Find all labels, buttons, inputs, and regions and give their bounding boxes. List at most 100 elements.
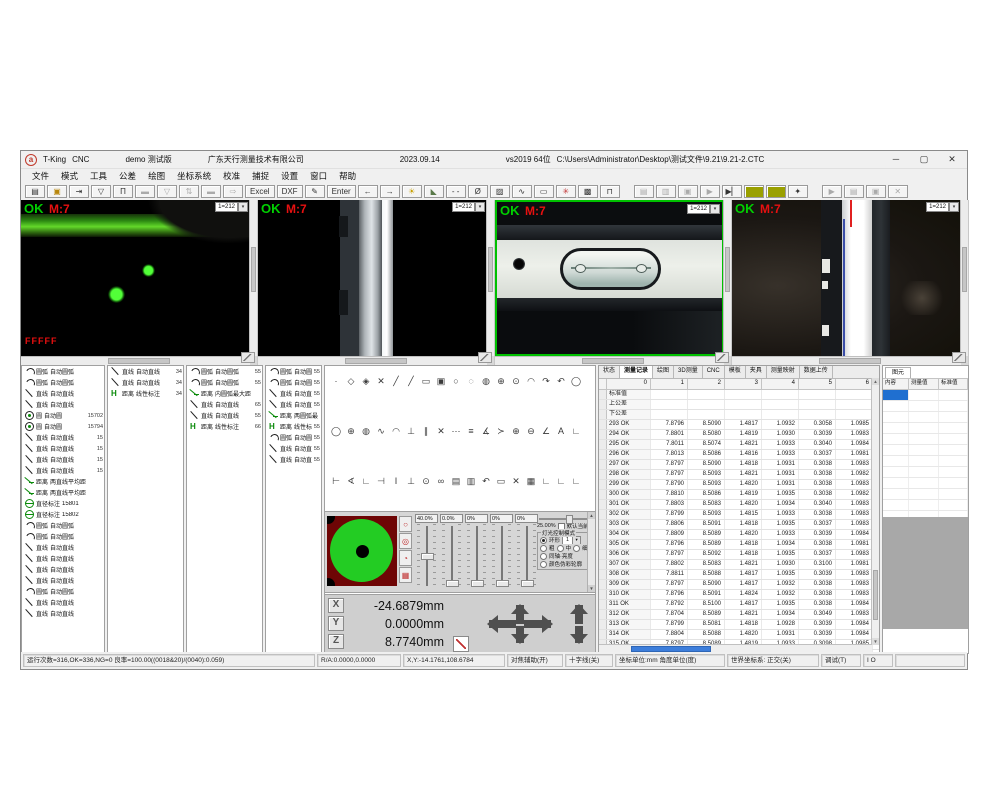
- feature-item[interactable]: 圆弧 自动圆弧: [22, 520, 104, 531]
- feature-item[interactable]: 圆弧 自动圆弧 55: [266, 366, 321, 377]
- measurement-row[interactable]: 302 OK 7.8799 8.5093 1.4815 1.0933 0.303…: [599, 510, 879, 520]
- geometry-tool-icon[interactable]: ∿: [374, 424, 388, 438]
- play-to-end-icon[interactable]: ▶▏: [722, 185, 742, 198]
- geometry-tool-icon[interactable]: ↶: [554, 374, 568, 388]
- element-row[interactable]: [883, 434, 968, 445]
- fine-radio[interactable]: [573, 545, 580, 552]
- gantry-icon[interactable]: Π: [113, 185, 133, 198]
- laser-icon[interactable]: ✳: [556, 185, 576, 198]
- geometry-tool-icon[interactable]: ◈: [359, 374, 373, 388]
- geometry-tool-icon[interactable]: ↶: [479, 474, 493, 488]
- feature-item[interactable]: 直线 自动直线 55: [187, 410, 262, 421]
- camera-resize-grip[interactable]: [241, 352, 255, 363]
- measurement-row[interactable]: 294 OK 7.8801 8.5080 1.4819 1.0930 0.303…: [599, 430, 879, 440]
- feature-item[interactable]: 直线 自动直线 15: [22, 454, 104, 465]
- ring-sector-icon[interactable]: ◔: [399, 550, 412, 566]
- save-icon[interactable]: ▤: [25, 185, 45, 198]
- feature-item[interactable]: 圆弧 自动圆弧 55: [187, 377, 262, 388]
- geometry-tool-icon[interactable]: ◍: [479, 374, 493, 388]
- camera-hscroll[interactable]: [258, 356, 487, 365]
- feature-item[interactable]: 圆弧 自动圆弧 55: [187, 366, 262, 377]
- measurement-row[interactable]: 295 OK 7.8011 8.5074 1.4821 1.0933 0.304…: [599, 440, 879, 450]
- hatch-icon[interactable]: ▨: [490, 185, 510, 198]
- geometry-tool-icon[interactable]: ✕: [509, 474, 523, 488]
- geometry-tool-icon[interactable]: ∟: [569, 424, 583, 438]
- table-tab[interactable]: 绘图: [653, 366, 674, 378]
- feature-item[interactable]: 直线 自动直线 65: [187, 399, 262, 410]
- coarse-radio[interactable]: [540, 545, 547, 552]
- measurement-row[interactable]: 298 OK 7.8797 8.5093 1.4821 1.0931 0.303…: [599, 470, 879, 480]
- folder-icon[interactable]: ▣: [678, 185, 698, 198]
- maximize-button[interactable]: ▢: [913, 153, 935, 167]
- status-io[interactable]: I O: [863, 654, 893, 667]
- element-row[interactable]: [883, 467, 968, 478]
- feature-item[interactable]: 距离 两直线平均距: [22, 476, 104, 487]
- geometry-tool-icon[interactable]: ⊢: [329, 474, 343, 488]
- dither-icon[interactable]: ▩: [578, 185, 598, 198]
- camera-zoom-select[interactable]: 1=212▾: [687, 204, 720, 214]
- feature-item[interactable]: 直线 自动直线 15: [22, 443, 104, 454]
- geometry-tool-icon[interactable]: ⋯: [449, 424, 463, 438]
- table-vscroll[interactable]: ▲▼: [871, 378, 879, 645]
- element-row[interactable]: [883, 445, 968, 456]
- feature-item[interactable]: 直线 自动直线 34: [108, 366, 183, 377]
- camera-resize-grip[interactable]: [952, 352, 966, 363]
- status-units[interactable]: 坐标单位:mm 角度单位(度): [615, 654, 725, 667]
- diagonal-move-button[interactable]: [453, 636, 469, 652]
- feature-item[interactable]: 直线 自动直线: [22, 608, 104, 619]
- levels-icon[interactable]: ⇅: [179, 185, 199, 198]
- menu-item[interactable]: 绘图: [143, 170, 170, 182]
- geometry-tool-icon[interactable]: ·: [329, 374, 343, 388]
- mid-radio[interactable]: [557, 545, 564, 552]
- geometry-tool-icon[interactable]: ⊙: [419, 474, 433, 488]
- light-icon[interactable]: ☀: [402, 185, 422, 198]
- open2-icon[interactable]: ▣: [866, 185, 886, 198]
- enter-button[interactable]: Enter: [327, 185, 356, 198]
- probe-down-icon[interactable]: ▽: [157, 185, 177, 198]
- dxf-export-button[interactable]: DXF: [277, 185, 303, 198]
- feature-item[interactable]: 直线 自动直线: [22, 542, 104, 553]
- light-panel-scrollbar[interactable]: ▲▼: [587, 512, 595, 592]
- geometry-tool-icon[interactable]: ◌: [464, 374, 478, 388]
- camera-resize-grip[interactable]: [478, 352, 492, 363]
- feature-item[interactable]: 距离 两圆弧最大距: [266, 410, 321, 421]
- table-tab[interactable]: 数据上传: [800, 366, 833, 378]
- tools-icon[interactable]: ✕: [888, 185, 908, 198]
- menu-item[interactable]: 校准: [218, 170, 245, 182]
- geometry-tool-icon[interactable]: ≡: [464, 424, 478, 438]
- blank-icon[interactable]: ▭: [534, 185, 554, 198]
- feature-item[interactable]: 直线 自动直线 55: [266, 443, 321, 454]
- geometry-tool-icon[interactable]: ◯: [329, 424, 343, 438]
- table-tab[interactable]: 测量记录: [620, 366, 653, 378]
- arrow-right-icon[interactable]: →: [380, 185, 400, 198]
- geometry-tool-icon[interactable]: ▦: [524, 474, 538, 488]
- label-row[interactable]: 下公差: [599, 410, 879, 420]
- measurement-row[interactable]: 308 OK 7.8811 8.5088 1.4817 1.0935 0.303…: [599, 570, 879, 580]
- ring-light-preview[interactable]: [327, 516, 397, 586]
- feature-item[interactable]: 直线 自动直线 55: [266, 388, 321, 399]
- measurement-row[interactable]: 299 OK 7.8790 8.5093 1.4820 1.0931 0.303…: [599, 480, 879, 490]
- feature-item[interactable]: 圆弧 自动圆弧 55: [266, 377, 321, 388]
- menu-item[interactable]: 公差: [114, 170, 141, 182]
- z-axis-button[interactable]: Z: [328, 634, 344, 649]
- camera-4-image[interactable]: OK M:7 1=212▾: [732, 200, 961, 356]
- ring-index-select[interactable]: 1▾: [562, 536, 581, 544]
- element-tab[interactable]: 图元: [885, 367, 911, 378]
- measurement-row[interactable]: 310 OK 7.8796 8.5091 1.4824 1.0932 0.303…: [599, 590, 879, 600]
- feature-item[interactable]: 圆弧 自动圆弧: [22, 586, 104, 597]
- element-row[interactable]: [883, 489, 968, 500]
- light-slider[interactable]: 40.0%: [415, 514, 438, 588]
- measurement-row[interactable]: 313 OK 7.8799 8.5081 1.4818 1.0928 0.303…: [599, 620, 879, 630]
- geometry-tool-icon[interactable]: ≻: [494, 424, 508, 438]
- camera-panel-2[interactable]: OK M:7 1=212▾: [258, 200, 495, 365]
- geometry-tool-icon[interactable]: ◇: [344, 374, 358, 388]
- excel-export-button[interactable]: Excel: [245, 185, 275, 198]
- geometry-tool-icon[interactable]: ∥: [419, 424, 433, 438]
- move-icon[interactable]: ⇨: [223, 185, 243, 198]
- element-row[interactable]: [883, 478, 968, 489]
- measurement-row[interactable]: 304 OK 7.8809 8.5089 1.4820 1.0933 0.303…: [599, 530, 879, 540]
- measurement-row[interactable]: 293 OK 7.8796 8.5090 1.4817 1.0932 0.305…: [599, 420, 879, 430]
- flip-icon[interactable]: ⇥: [69, 185, 89, 198]
- camera-zoom-select[interactable]: 1=212▾: [215, 202, 248, 212]
- geometry-tool-icon[interactable]: ▭: [494, 474, 508, 488]
